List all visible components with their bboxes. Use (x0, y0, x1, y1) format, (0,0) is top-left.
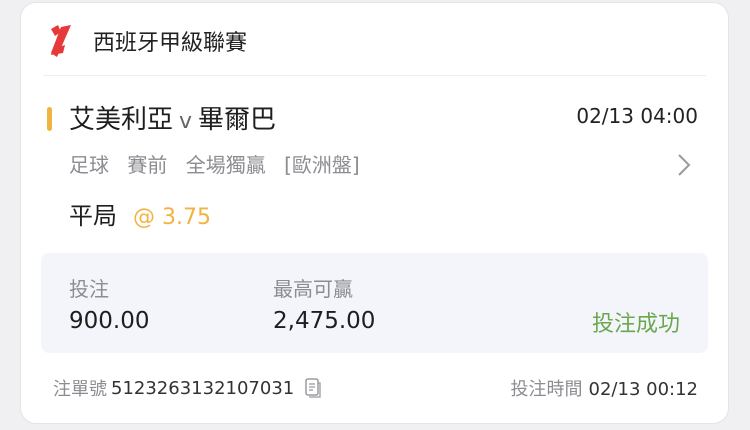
versus-label: v (179, 109, 193, 134)
home-team: 艾美利亞 (69, 105, 174, 135)
selection-pick: 平局 (69, 202, 117, 230)
bet-time-label: 投注時間 (510, 379, 583, 400)
sport-label: 足球 (69, 153, 109, 177)
bet-meta: 足球 賽前 全場獨贏 [歐洲盤] (69, 149, 372, 178)
chevron-right-icon[interactable] (674, 151, 694, 179)
stake-value: 900.00 (69, 308, 150, 334)
match-title: 艾美利亞 v 畢爾巴 (69, 99, 276, 136)
bet-number-label: 注單號 (53, 379, 107, 400)
bet-time-value: 02/13 00:12 (588, 379, 698, 400)
stake-label: 投注 (69, 277, 109, 301)
league-header: 西班牙甲級聯賽 (47, 23, 247, 59)
selection: 平局 @ 3.75 (69, 196, 211, 231)
odds-format-label: [歐洲盤] (284, 153, 360, 177)
bet-stats-panel: 投注 900.00 最高可贏 2,475.00 投注成功 (41, 253, 708, 353)
bet-time: 投注時間 02/13 00:12 (511, 375, 698, 401)
bet-record-card[interactable]: 西班牙甲級聯賽 艾美利亞 v 畢爾巴 02/13 04:00 足球 賽前 全場獨贏 … (20, 2, 729, 424)
status-badge: 投注成功 (591, 312, 680, 337)
bet-number: 注單號 5123263132107031 (53, 375, 322, 401)
selection-odds: @ 3.75 (133, 205, 211, 230)
max-win-value: 2,475.00 (273, 308, 376, 334)
away-team: 畢爾巴 (198, 105, 277, 135)
laliga-logo-icon (51, 25, 71, 57)
max-win-label: 最高可贏 (273, 277, 353, 301)
league-name: 西班牙甲級聯賽 (93, 31, 248, 56)
copy-icon[interactable] (304, 378, 322, 398)
bet-number-value: 5123263132107031 (111, 377, 295, 399)
market-label: 全場獨贏 (185, 153, 266, 177)
match-time: 02/13 04:00 (576, 104, 698, 128)
divider (43, 75, 706, 76)
phase-label: 賽前 (127, 153, 168, 177)
match-marker (47, 107, 52, 131)
